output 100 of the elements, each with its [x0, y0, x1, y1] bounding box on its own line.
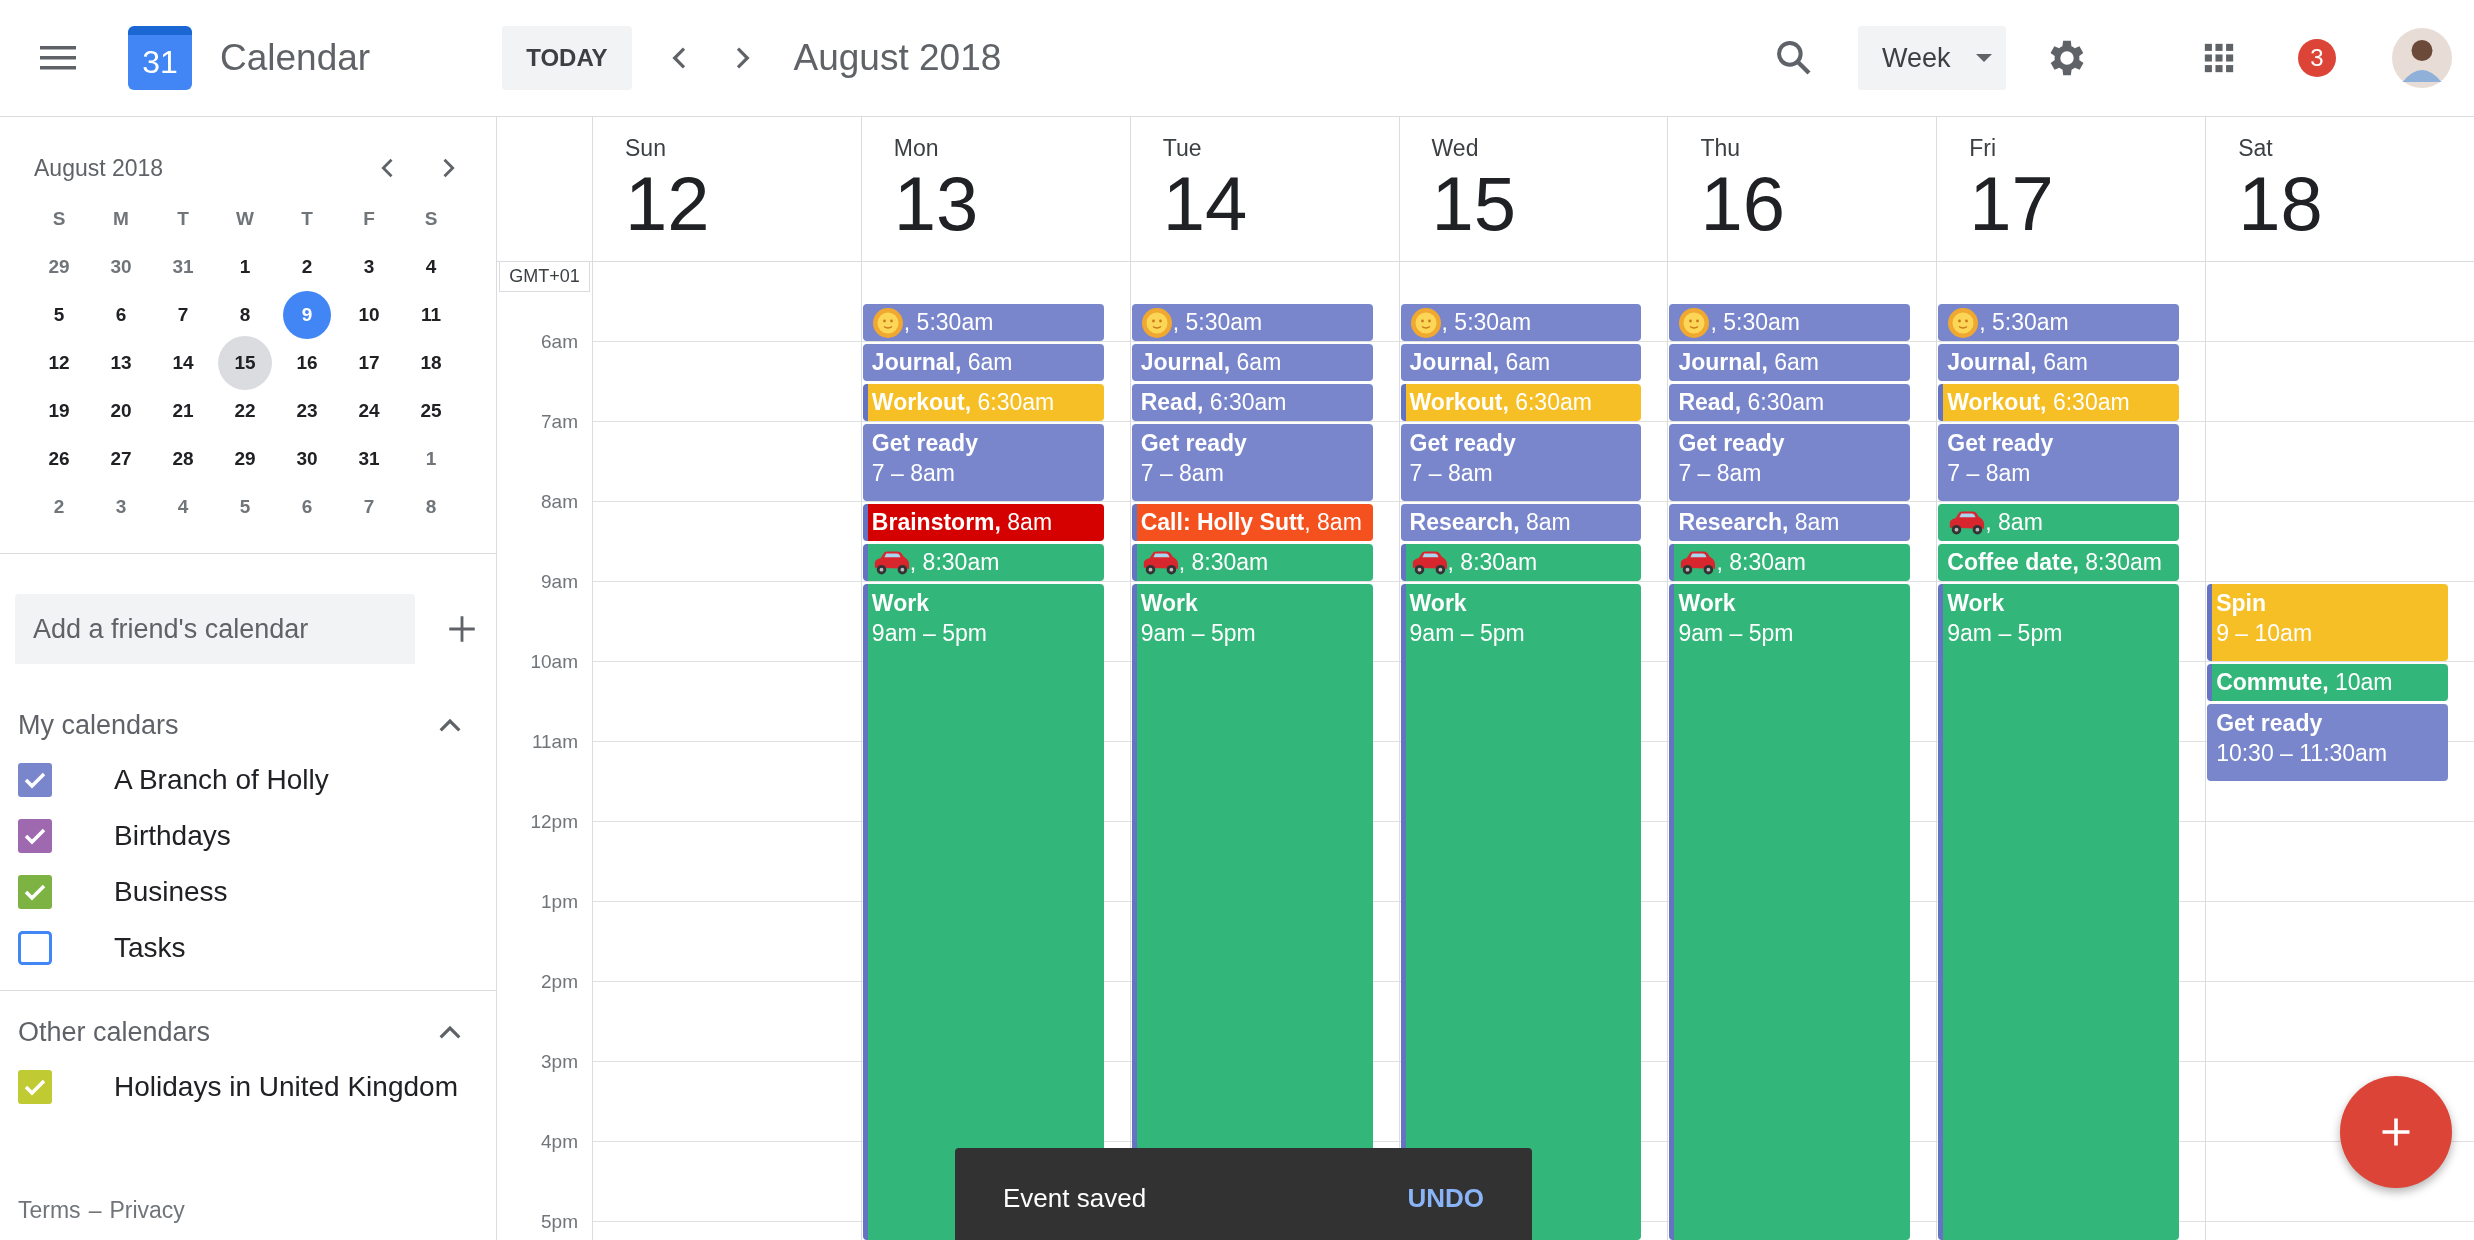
- checkbox[interactable]: [18, 819, 52, 853]
- event-chip[interactable]: , 5:30am: [1131, 304, 1373, 341]
- terms-link[interactable]: Terms: [18, 1197, 81, 1224]
- date-cell[interactable]: 29: [221, 435, 269, 483]
- event-chip[interactable]: Journal, 6am: [1400, 344, 1642, 381]
- event-chip[interactable]: Journal, 6am: [1669, 344, 1911, 381]
- date-cell[interactable]: 11: [407, 291, 455, 339]
- date-cell[interactable]: 19: [35, 387, 83, 435]
- day-number[interactable]: 16: [1700, 162, 1785, 246]
- event-chip[interactable]: Read, 6:30am: [1669, 384, 1911, 421]
- event-chip[interactable]: Journal, 6am: [1131, 344, 1373, 381]
- checkbox[interactable]: [18, 931, 52, 965]
- date-cell[interactable]: 20: [97, 387, 145, 435]
- event-chip[interactable]: Research, 8am: [1400, 504, 1642, 541]
- date-cell[interactable]: 31: [159, 243, 207, 291]
- calendar-logo[interactable]: 31: [128, 26, 192, 90]
- event-block[interactable]: Get ready 7 – 8am: [862, 424, 1104, 501]
- privacy-link[interactable]: Privacy: [109, 1197, 185, 1224]
- day-number[interactable]: 14: [1162, 162, 1248, 246]
- date-cell[interactable]: 17: [345, 339, 393, 387]
- event-chip[interactable]: , 5:30am: [862, 304, 1104, 341]
- date-cell[interactable]: 5: [221, 483, 269, 531]
- date-cell[interactable]: 25: [407, 387, 455, 435]
- event-chip[interactable]: Journal, 6am: [862, 344, 1104, 381]
- event-chip[interactable]: , 8:30am: [862, 544, 1104, 581]
- date-cell[interactable]: 28: [159, 435, 207, 483]
- date-cell[interactable]: 12: [35, 339, 83, 387]
- day-number[interactable]: 18: [2238, 162, 2323, 246]
- date-cell[interactable]: 14: [159, 339, 207, 387]
- apps-icon[interactable]: [2202, 41, 2236, 75]
- date-cell[interactable]: 31: [345, 435, 393, 483]
- day-number[interactable]: 17: [1969, 162, 2054, 246]
- checkbox[interactable]: [18, 1070, 52, 1104]
- date-cell[interactable]: 2: [35, 483, 83, 531]
- date-cell[interactable]: 13: [97, 339, 145, 387]
- event-chip[interactable]: , 8:30am: [1400, 544, 1642, 581]
- date-cell[interactable]: 29: [35, 243, 83, 291]
- event-block[interactable]: Get ready 7 – 8am: [1938, 424, 2180, 501]
- date-cell[interactable]: 21: [159, 387, 207, 435]
- date-cell[interactable]: 7: [345, 483, 393, 531]
- section-title[interactable]: Other calendars: [18, 1016, 434, 1048]
- date-cell[interactable]: 9: [283, 291, 331, 339]
- date-cell[interactable]: 30: [97, 243, 145, 291]
- menu-icon[interactable]: [40, 46, 76, 70]
- date-cell[interactable]: 7: [159, 291, 207, 339]
- date-cell[interactable]: 24: [345, 387, 393, 435]
- date-cell[interactable]: 22: [221, 387, 269, 435]
- event-block[interactable]: Get ready 7 – 8am: [1400, 424, 1642, 501]
- event-chip[interactable]: Brainstorm, 8am: [862, 504, 1104, 541]
- date-cell[interactable]: 2: [283, 243, 331, 291]
- date-cell[interactable]: 1: [221, 243, 269, 291]
- event-chip[interactable]: Read, 6:30am: [1131, 384, 1373, 421]
- view-dropdown[interactable]: Week: [1858, 26, 2006, 90]
- event-chip[interactable]: Call: Holly Sutt, 8am: [1131, 504, 1373, 541]
- event-chip[interactable]: , 8:30am: [1131, 544, 1373, 581]
- event-chip[interactable]: , 8am: [1938, 504, 2180, 541]
- date-cell[interactable]: 10: [345, 291, 393, 339]
- today-button[interactable]: TODAY: [502, 26, 632, 90]
- checkbox[interactable]: [18, 875, 52, 909]
- event-chip[interactable]: , 5:30am: [1400, 304, 1642, 341]
- event-chip[interactable]: Research, 8am: [1669, 504, 1911, 541]
- checkbox[interactable]: [18, 763, 52, 797]
- section-title[interactable]: My calendars: [18, 709, 434, 741]
- calendar-label: Business: [114, 876, 228, 908]
- event-chip[interactable]: Journal, 6am: [1938, 344, 2180, 381]
- date-cell[interactable]: 5: [35, 291, 83, 339]
- event-chip[interactable]: , 5:30am: [1669, 304, 1911, 341]
- event-chip[interactable]: Commute, 10am: [2207, 664, 2448, 701]
- event-block[interactable]: Get ready 7 – 8am: [1131, 424, 1373, 501]
- date-cell[interactable]: 4: [407, 243, 455, 291]
- date-cell[interactable]: 30: [283, 435, 331, 483]
- event-block[interactable]: Get ready 10:30 – 11:30am: [2207, 704, 2448, 781]
- date-cell[interactable]: 18: [407, 339, 455, 387]
- date-cell[interactable]: 4: [159, 483, 207, 531]
- date-cell[interactable]: 27: [97, 435, 145, 483]
- date-cell[interactable]: 6: [283, 483, 331, 531]
- date-cell[interactable]: 16: [283, 339, 331, 387]
- event-block[interactable]: Work 9am – 5pm: [1938, 584, 2180, 1240]
- day-number[interactable]: 13: [893, 162, 979, 246]
- date-cell[interactable]: 26: [35, 435, 83, 483]
- event-block[interactable]: Get ready 7 – 8am: [1669, 424, 1911, 501]
- event-chip[interactable]: , 8:30am: [1669, 544, 1911, 581]
- undo-button[interactable]: UNDO: [1407, 1182, 1484, 1214]
- avatar[interactable]: [2392, 28, 2452, 88]
- create-button[interactable]: [2340, 1076, 2452, 1188]
- date-cell[interactable]: 15: [221, 339, 269, 387]
- date-cell[interactable]: 3: [97, 483, 145, 531]
- date-cell[interactable]: 6: [97, 291, 145, 339]
- date-cell[interactable]: 1: [407, 435, 455, 483]
- date-cell[interactable]: 3: [345, 243, 393, 291]
- event-block[interactable]: Work 9am – 5pm: [1669, 584, 1911, 1240]
- date-cell[interactable]: 8: [407, 483, 455, 531]
- event-chip[interactable]: , 5:30am: [1938, 304, 2180, 341]
- date-cell[interactable]: 23: [283, 387, 331, 435]
- notification-badge[interactable]: 3: [2298, 39, 2336, 77]
- add-calendar-field[interactable]: Add a friend's calendar: [15, 594, 415, 664]
- date-cell[interactable]: 8: [221, 291, 269, 339]
- event-chip[interactable]: Coffee date, 8:30am: [1938, 544, 2180, 581]
- day-number[interactable]: 15: [1431, 162, 1517, 246]
- day-number[interactable]: 12: [625, 162, 710, 246]
